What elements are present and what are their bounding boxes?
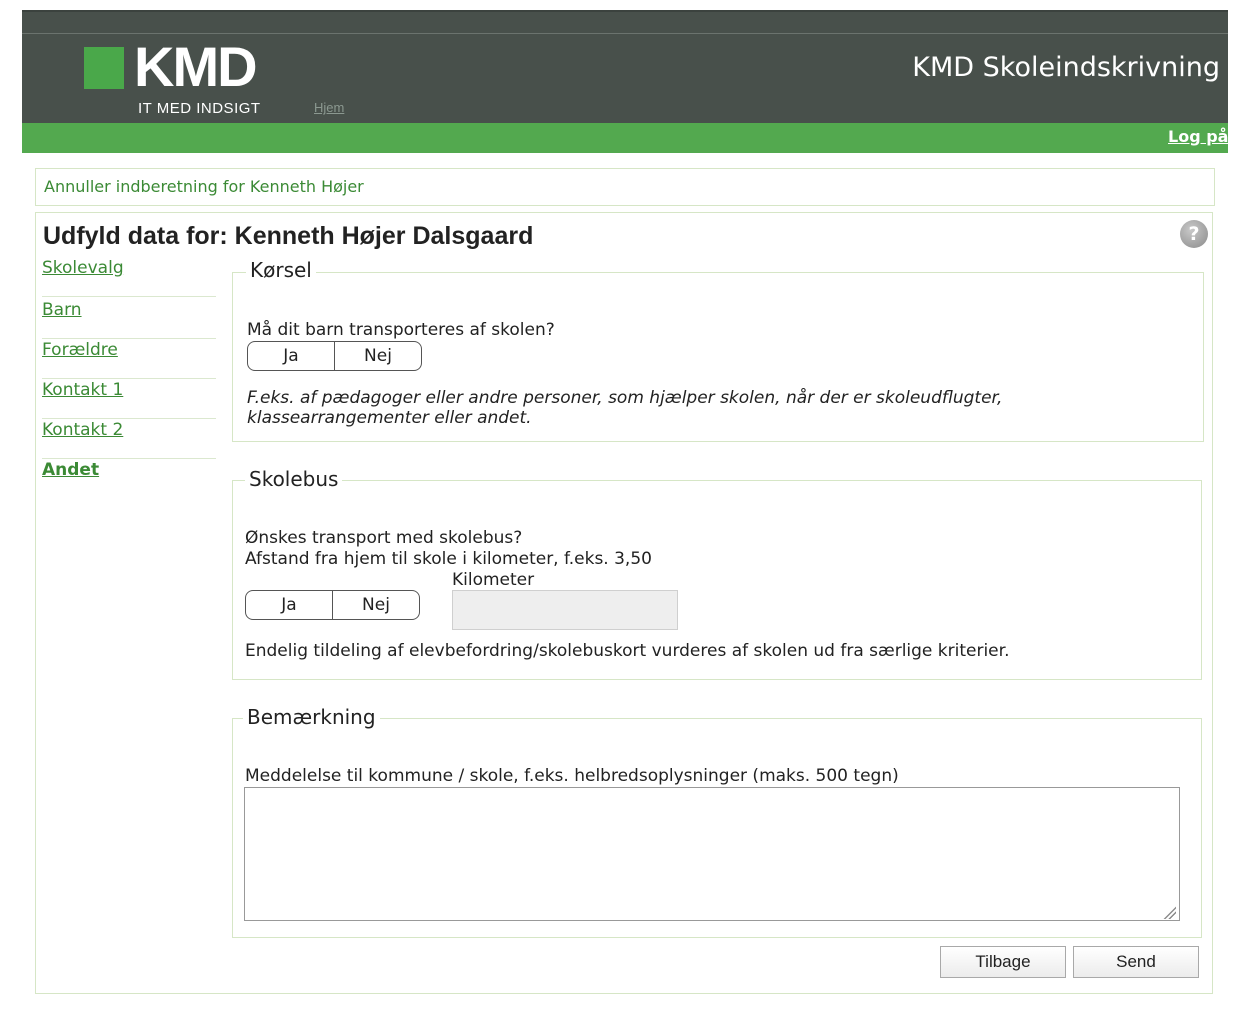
nav-item-kontakt-1: Kontakt 1	[42, 380, 216, 419]
send-button[interactable]: Send	[1073, 946, 1199, 978]
nav-link-andet[interactable]: Andet	[42, 460, 99, 480]
nav-bar: Log på	[22, 123, 1228, 153]
korsel-yes-no-toggle: Ja Nej	[247, 341, 422, 371]
bemaerkning-legend: Bemærkning	[243, 705, 380, 729]
back-button[interactable]: Tilbage	[940, 946, 1066, 978]
korsel-no-button[interactable]: Nej	[334, 342, 421, 370]
header: KMD IT MED INDSIGT Hjem KMD Skoleindskri…	[22, 10, 1228, 125]
nav-item-skolevalg: Skolevalg	[42, 258, 216, 297]
nav-link-skolevalg[interactable]: Skolevalg	[42, 258, 124, 278]
skolebus-no-button[interactable]: Nej	[332, 591, 419, 619]
logo-square-icon	[84, 47, 124, 89]
cancel-box: Annuller indberetning for Kenneth Højer	[35, 168, 1215, 206]
skolebus-yes-button[interactable]: Ja	[246, 591, 332, 619]
page-title: Udfyld data for: Kenneth Højer Dalsgaard	[43, 222, 534, 250]
skolebus-distance-label: Afstand fra hjem til skole i kilometer, …	[245, 549, 652, 569]
remark-label: Meddelelse til kommune / skole, f.eks. h…	[245, 766, 899, 786]
kilometer-label: Kilometer	[452, 570, 535, 590]
logo-tagline: IT MED INDSIGT	[138, 100, 261, 117]
login-link[interactable]: Log på	[1168, 127, 1228, 146]
skolebus-question: Ønskes transport med skolebus?	[245, 528, 523, 548]
nav-item-kontakt-2: Kontakt 2	[42, 420, 216, 459]
help-icon[interactable]: ?	[1180, 220, 1208, 248]
nav-item-andet: Andet	[42, 460, 216, 498]
skolebus-legend: Skolebus	[245, 467, 343, 491]
cancel-registration-link[interactable]: Annuller indberetning for Kenneth Højer	[44, 177, 364, 196]
nav-link-foraeldre[interactable]: Forældre	[42, 340, 118, 360]
korsel-yes-button[interactable]: Ja	[248, 342, 334, 370]
korsel-note-line1: F.eks. af pædagoger eller andre personer…	[247, 388, 1003, 408]
logo: KMD	[134, 35, 258, 98]
nav-link-barn[interactable]: Barn	[42, 300, 82, 320]
skolebus-yes-no-toggle: Ja Nej	[245, 590, 420, 620]
kilometer-input[interactable]	[452, 590, 678, 630]
nav-link-kontakt-2[interactable]: Kontakt 2	[42, 420, 123, 440]
home-link[interactable]: Hjem	[314, 100, 344, 115]
nav-item-barn: Barn	[42, 300, 216, 339]
resize-grip-icon[interactable]	[1162, 905, 1176, 919]
nav-item-foraeldre: Forældre	[42, 340, 216, 379]
remark-textarea[interactable]	[244, 787, 1180, 921]
korsel-legend: Kørsel	[246, 258, 316, 282]
app-title: KMD Skoleindskrivning	[912, 52, 1220, 83]
nav-link-kontakt-1[interactable]: Kontakt 1	[42, 380, 123, 400]
skolebus-final-note: Endelig tildeling af elevbefordring/skol…	[245, 641, 1010, 661]
korsel-question: Må dit barn transporteres af skolen?	[247, 320, 555, 340]
korsel-note-line2: klassearrangementer eller andet.	[247, 408, 532, 428]
